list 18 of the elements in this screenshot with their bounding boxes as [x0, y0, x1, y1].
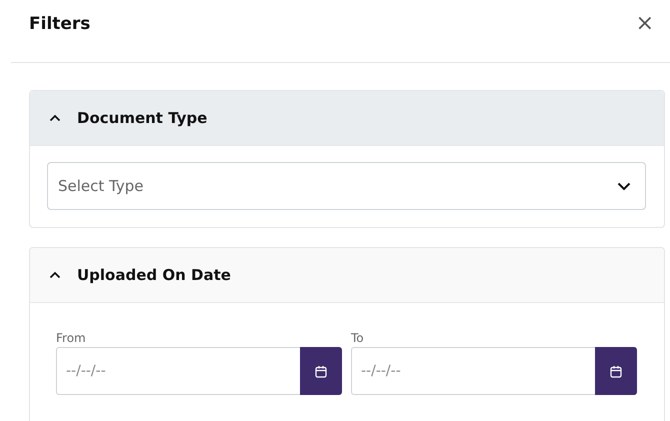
section-header[interactable]: Uploaded On Date	[30, 248, 664, 303]
calendar-icon	[315, 364, 327, 378]
panel-title: Filters	[29, 14, 90, 34]
chevron-icon	[49, 114, 61, 122]
field-label: From	[56, 331, 87, 345]
type-select[interactable]: Select Type	[47, 162, 646, 210]
chevron-icon	[49, 271, 61, 279]
field-label: To	[351, 331, 365, 345]
date-field[interactable]: --/--/--	[351, 347, 595, 395]
calendar-button[interactable]	[595, 347, 637, 395]
calendar-icon	[610, 364, 622, 378]
close-button[interactable]: ×	[632, 13, 658, 35]
date-field[interactable]: --/--/--	[56, 347, 300, 395]
section-header[interactable]: Document Type	[30, 91, 664, 146]
section-title: Uploaded On Date	[77, 266, 231, 284]
caret-icon	[617, 182, 631, 190]
calendar-button[interactable]	[300, 347, 342, 395]
section-title: Document Type	[77, 109, 208, 127]
